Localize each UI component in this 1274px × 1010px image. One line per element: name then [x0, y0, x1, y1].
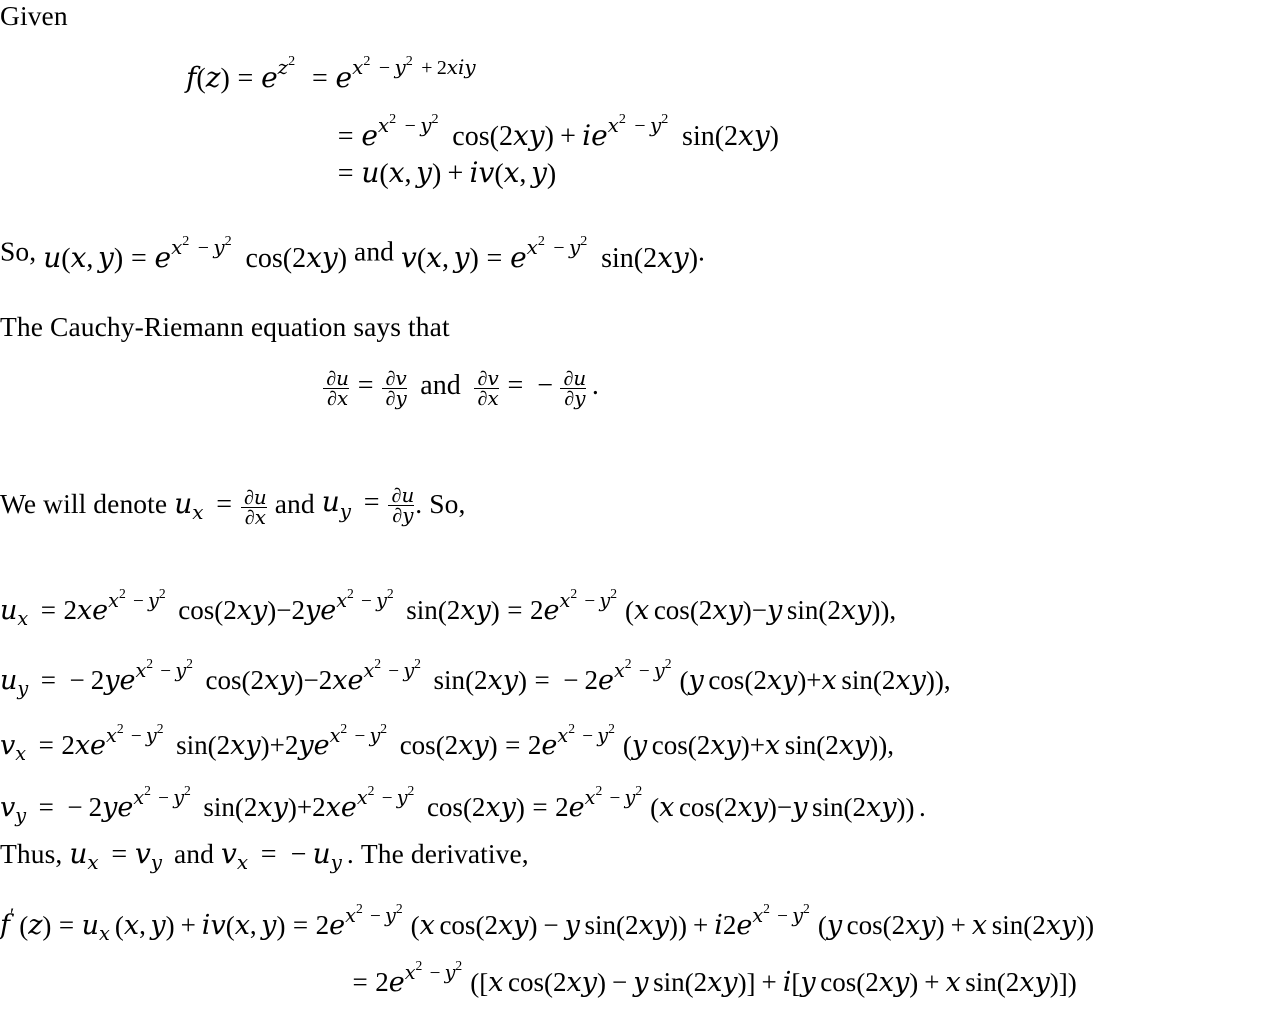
denote-suffix: So,	[429, 487, 466, 519]
and-word-1: and	[354, 235, 395, 267]
math-u-plus-iv: = u(x, y) + i v(x, y)	[337, 158, 557, 194]
so-prefix: So,	[0, 235, 37, 267]
math-cos-sin-expansion: = e x 2− y 2 cos(2 x y) + i e x 2− y 2 sin(2 x y)	[337, 111, 779, 157]
thus-prefix: Thus,	[0, 838, 63, 870]
math-u-y: u y = −2 y e x 2− y 2 cos(2 x y) − 2 x e x 2− y 2 sin(2 x…	[0, 656, 951, 701]
equation-v-y: vy= −2yex2−y2 sin(2xy) + 2xex2−y2 cos(2x…	[0, 783, 930, 828]
equation-f-prime: f′(z)= ux(x,y) +iv(x,y) = 2ex2−y2 (xcos(…	[0, 901, 1095, 946]
math-thus-vx-uy: v x = − u y	[220, 839, 342, 875]
equation-cos-sin-expansion: = e x 2− y 2 cos(2 x y) + i e x 2− y 2 sin(2 x y)	[330, 111, 779, 157]
equation-v-x: vx= 2xex2−y2 sin(2xy) + 2yex2−y2 cos(2xy…	[0, 721, 898, 766]
math-u-x: u x = 2 x e x 2− y 2 cos(2 x y) − 2 y e x 2− y 2 sin(2 x y…	[0, 586, 897, 631]
math-denote-ux: u x = ∂ u ∂ x	[174, 486, 267, 529]
math-v-definition: v(x, y) = e x 2− y 2 sin(2 x y)	[401, 233, 699, 279]
equation-cauchy-riemann: ∂ u ∂ x = ∂ v ∂ y and ∂ v ∂ x = − ∂ u ∂ y .	[322, 368, 604, 411]
equation-u-y: uy= −2yex2−y2 cos(2xy) − 2xex2−y2 sin(2x…	[0, 656, 955, 701]
thus-suffix: The derivative,	[360, 838, 529, 870]
cauchy-riemann-intro: The Cauchy-Riemann equation says that	[0, 311, 450, 342]
math-denote-uy: u y = ∂ u ∂ y	[321, 485, 415, 528]
period-3: .	[346, 838, 354, 870]
equation-u-plus-iv: = u(x, y) + i v(x, y)	[330, 158, 557, 194]
equation-f-prime-factored: = 2 e x 2− y 2 ( [x cos(2 x y) − y sin(2 x y)] + i[y…	[345, 958, 1077, 1004]
period-1: .	[698, 235, 705, 267]
math-v-y: v y = −2 y e x 2− y 2 sin(2 x y) + 2 x e x 2− y 2 cos(2 x…	[0, 783, 926, 828]
math-thus-ux-vy: u x = v y	[69, 839, 162, 875]
math-v-x: v x = 2 x e x 2− y 2 sin(2 x y) + 2 y e x 2− y 2 cos(2 x y…	[0, 721, 894, 766]
and-word-2: and	[274, 487, 315, 519]
equation-u-x: ux= 2xex2−y2 cos(2xy) − 2yex2−y2 sin(2xy…	[0, 586, 901, 631]
statement-thus-derivative: Thus, u x = v y and v x = − u y . The derivative,	[0, 838, 529, 875]
statement-denote-partials: We will denote u x = ∂ u ∂ x and u y = ∂ u ∂ y . S…	[0, 485, 466, 529]
math-f-prime-factored: = 2 e x 2− y 2 ( [x cos(2 x y) − y sin(2 x y)] + i[y…	[352, 958, 1077, 1004]
math-f-prime: f ′(z) = u x(x, y) + i v(x, y) = 2 e x 2− y 2 (x cos(…	[0, 901, 1095, 946]
equation-f-of-z: f(z) = ez2 = e x2−y2+2xiy	[186, 53, 481, 99]
math-f-of-z: f(z) = ez2 = e x 2− y 2 +2 x i y	[186, 53, 476, 99]
given-label: Given	[0, 0, 68, 31]
statement-u-and-v-definitions: So, u(x, y) = e x 2− y 2 cos(2 x y) and v(x, y) = …	[0, 233, 705, 279]
denote-prefix: We will denote	[0, 487, 168, 519]
math-cauchy-riemann: ∂ u∂ x = ∂ v∂ y and ∂ v∂ x = − ∂ u∂ y .	[326, 368, 599, 411]
math-u-definition: u(x, y) = e x 2− y 2 cos(2 x y)	[43, 233, 348, 279]
document-page: Given f(z) = ez2 = e x2−y2+2xiy = ex2−y2…	[0, 0, 1274, 1010]
and-word-3: and	[173, 838, 214, 870]
